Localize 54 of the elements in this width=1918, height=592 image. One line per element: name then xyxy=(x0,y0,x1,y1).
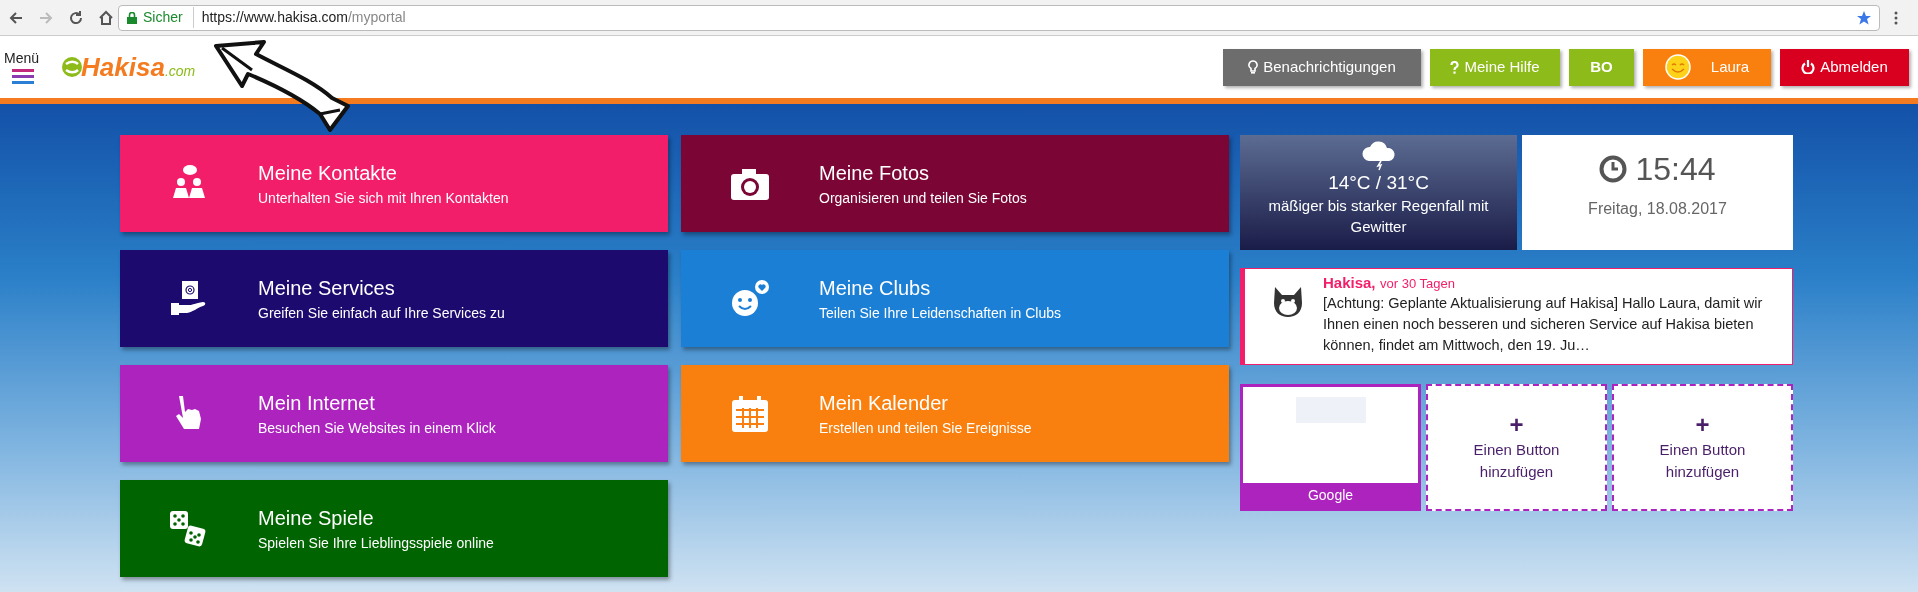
tile-subtitle: Besuchen Sie Websites in einem Klick xyxy=(258,418,496,438)
tile-title: Meine Spiele xyxy=(258,505,375,531)
calendar-icon xyxy=(729,393,771,434)
security-label: Sicher xyxy=(143,7,194,28)
tile-subtitle: Spielen Sie Ihre Lieblingsspiele online xyxy=(258,533,494,553)
more-icon[interactable] xyxy=(1894,10,1898,25)
message-sender: Hakisa, xyxy=(1323,274,1376,291)
tile-subtitle: Unterhalten Sie sich mit Ihren Kontakten xyxy=(258,188,509,208)
app-tile[interactable]: Meine Kontakte Unterhalten Sie sich mit Ihren Kontakten xyxy=(120,135,668,232)
clock-time: 15:44 xyxy=(1635,150,1716,189)
menu-button[interactable]: Menü xyxy=(4,49,40,85)
reload-icon[interactable] xyxy=(68,9,84,26)
shortcut-label: Google xyxy=(1243,483,1419,508)
tile-title: Mein Internet xyxy=(258,390,376,416)
tile-title: Meine Kontakte xyxy=(258,160,398,186)
weather-description: mäßiger bis starker Regenfall mit Gewitter xyxy=(1267,196,1490,237)
message-text: [Achtung: Geplante Aktualisierung auf Hakisa] Hallo Laura, damit wir Ihnen einen noch besseren und sicheren Service auf Hakisa bieten können, findet am Mittwoch, den 19. Ju… xyxy=(1323,294,1764,355)
home-icon[interactable] xyxy=(98,9,114,26)
app-tile[interactable]: Mein Internet Besuchen Sie Websites in einem Klick xyxy=(120,365,668,462)
tile-subtitle: Greifen Sie einfach auf Ihre Services zu xyxy=(258,303,505,323)
notifications-button[interactable]: Benachrichtigungen xyxy=(1223,48,1421,86)
hamburger-icon xyxy=(12,68,34,85)
power-icon xyxy=(1801,60,1816,74)
app-tile[interactable]: Meine Services Greifen Sie einfach auf Ihre Services zu xyxy=(120,250,668,347)
smiley-heart-icon xyxy=(729,278,771,319)
bookmark-star-icon[interactable] xyxy=(1857,10,1871,25)
url-path: /myportal xyxy=(347,9,406,25)
address-bar[interactable]: Sicher https://www.hakisa.com/myportal xyxy=(118,4,1880,31)
cat-mascot-icon xyxy=(1271,285,1305,319)
url-host: https://www.hakisa.com xyxy=(201,9,348,25)
tile-title: Mein Kalender xyxy=(819,390,949,416)
question-mark-icon xyxy=(1450,60,1460,74)
lock-icon xyxy=(127,11,137,24)
back-icon[interactable] xyxy=(8,9,24,26)
tile-title: Meine Clubs xyxy=(819,275,932,301)
add-button[interactable]: + Einen Button hinzufügen xyxy=(1426,384,1607,511)
tile-title: Meine Fotos xyxy=(819,160,931,186)
message-card[interactable]: Hakisa, vor 30 Tagen [Achtung: Geplante Aktualisierung auf Hakisa] Hallo Laura, damit wir Ihnen einen noch besseren und sicheren Service auf Hakisa bieten können, findet am Mittwoch, den 19. Ju… xyxy=(1240,268,1793,365)
tile-subtitle: Organisieren und teilen Sie Fotos xyxy=(819,188,1027,208)
site-shortcut[interactable]: Google xyxy=(1240,384,1422,511)
tile-subtitle: Erstellen und teilen Sie Ereignisse xyxy=(819,418,1032,438)
smiley-icon xyxy=(1664,54,1691,80)
logout-button[interactable]: Abmelden xyxy=(1780,48,1909,86)
temperature: 14°C / 31°C xyxy=(1328,171,1429,195)
add-button[interactable]: + Einen Button hinzufügen xyxy=(1612,384,1793,511)
app-tile[interactable]: Meine Fotos Organisieren und teilen Sie Fotos xyxy=(681,135,1229,232)
tile-subtitle: Teilen Sie Ihre Leidenschaften in Clubs xyxy=(819,303,1062,323)
app-tile[interactable]: Meine Clubs Teilen Sie Ihre Leidenschaften in Clubs xyxy=(681,250,1229,347)
app-tile[interactable]: Meine Spiele Spielen Sie Ihre Lieblingsspiele online xyxy=(120,480,668,577)
clock-date: Freitag, 18.08.2017 xyxy=(1588,199,1727,219)
clock-icon xyxy=(1599,155,1628,183)
message-age: vor 30 Tagen xyxy=(1380,276,1455,291)
tile-title: Meine Services xyxy=(258,275,396,301)
lightbulb-icon xyxy=(1248,60,1259,74)
